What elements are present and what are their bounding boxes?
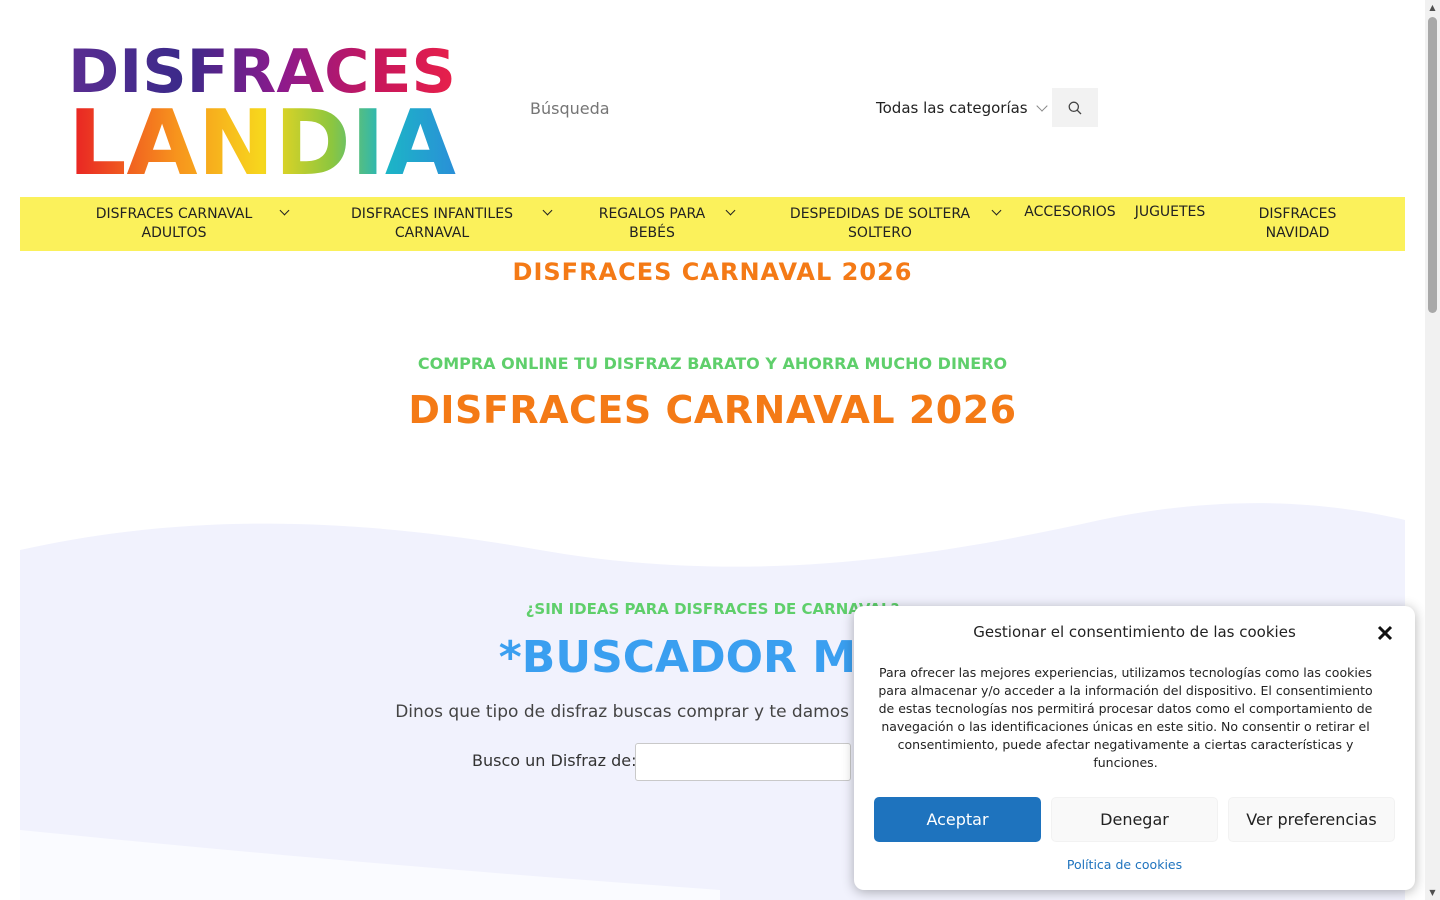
logo-line2: LANDIA xyxy=(68,91,456,180)
logo-graphic: DISFRACES LANDIA xyxy=(68,37,456,196)
cookie-text: Para ofrecer las mejores experiencias, u… xyxy=(878,665,1373,770)
nav-label-line2: SOLTERO xyxy=(848,225,912,241)
nav-item-despedidas-de-soltera-soltero[interactable]: DESPEDIDAS DE SOLTERA SOLTERO xyxy=(780,197,1010,251)
site-header: DISFRACES LANDIA Todas las categorías xyxy=(0,0,1425,196)
disfraz-input[interactable] xyxy=(635,743,851,781)
chevron-down-icon xyxy=(279,205,290,216)
site-title: DISFRACES CARNAVAL 2026 xyxy=(512,258,913,286)
nav-item-disfraces-infantiles-carnaval[interactable]: DISFRACES INFANTILES CARNAVAL xyxy=(338,197,558,251)
nav-label-line1: DISFRACES xyxy=(1258,206,1337,222)
nav-label-line1: DISFRACES INFANTILES xyxy=(351,206,513,222)
preferences-button[interactable]: Ver preferencias xyxy=(1228,797,1395,842)
nav-label-line2: BEBÉS xyxy=(629,225,675,241)
cookie-policy-link[interactable]: Política de cookies xyxy=(854,857,1395,872)
search-button[interactable] xyxy=(1052,88,1098,127)
page-title: DISFRACES CARNAVAL 2026 xyxy=(408,388,1017,432)
nav-label-line2: CARNAVAL xyxy=(394,225,470,241)
page-scrollbar[interactable]: ▲ ▼ xyxy=(1425,0,1440,900)
finder-label: Busco un Disfraz de: xyxy=(472,751,637,770)
chevron-down-icon xyxy=(725,205,736,216)
chevron-down-icon xyxy=(542,205,553,216)
cookie-consent-dialog: Gestionar el consentimiento de las cooki… xyxy=(854,606,1415,890)
category-select[interactable]: Todas las categorías xyxy=(868,88,1050,128)
nav-label-line2: ADULTOS xyxy=(141,225,207,241)
scroll-down-icon[interactable]: ▼ xyxy=(1425,885,1440,900)
nav-item-regalos-para-bebes[interactable]: REGALOS PARA BEBÉS xyxy=(585,197,745,251)
accept-button[interactable]: Aceptar xyxy=(874,797,1041,842)
nav-label-line1: DISFRACES CARNAVAL xyxy=(95,206,253,222)
nav-item-disfraces-carnaval-adultos[interactable]: DISFRACES CARNAVAL ADULTOS xyxy=(80,197,300,251)
chevron-down-icon xyxy=(991,205,1002,216)
category-select-value: Todas las categorías xyxy=(876,99,1028,117)
chevron-down-icon xyxy=(1035,100,1048,112)
search-input[interactable] xyxy=(518,88,858,128)
nav-label-line1: DESPEDIDAS DE SOLTERA xyxy=(789,206,971,222)
nav-label-line2: NAVIDAD xyxy=(1265,225,1330,241)
scroll-up-icon[interactable]: ▲ xyxy=(1425,0,1440,15)
cookie-title: Gestionar el consentimiento de las cooki… xyxy=(973,623,1296,641)
deny-button[interactable]: Denegar xyxy=(1051,797,1218,842)
site-logo[interactable]: DISFRACES LANDIA xyxy=(68,37,458,196)
scrollbar-thumb[interactable] xyxy=(1428,17,1437,313)
nav-label-line1: REGALOS PARA xyxy=(598,206,706,222)
close-icon xyxy=(1377,625,1393,641)
main-nav: DISFRACES CARNAVAL ADULTOS DISFRACES INF… xyxy=(20,197,1405,251)
search-icon xyxy=(1068,101,1082,114)
page-subtitle: COMPRA ONLINE TU DISFRAZ BARATO Y AHORRA… xyxy=(417,354,1008,373)
nav-item-accesorios[interactable]: ACCESORIOS xyxy=(1020,197,1120,251)
nav-item-juguetes[interactable]: JUGUETES xyxy=(1130,197,1210,251)
close-button[interactable] xyxy=(1374,622,1396,644)
nav-item-disfraces-navidad[interactable]: DISFRACES NAVIDAD xyxy=(1245,197,1350,251)
